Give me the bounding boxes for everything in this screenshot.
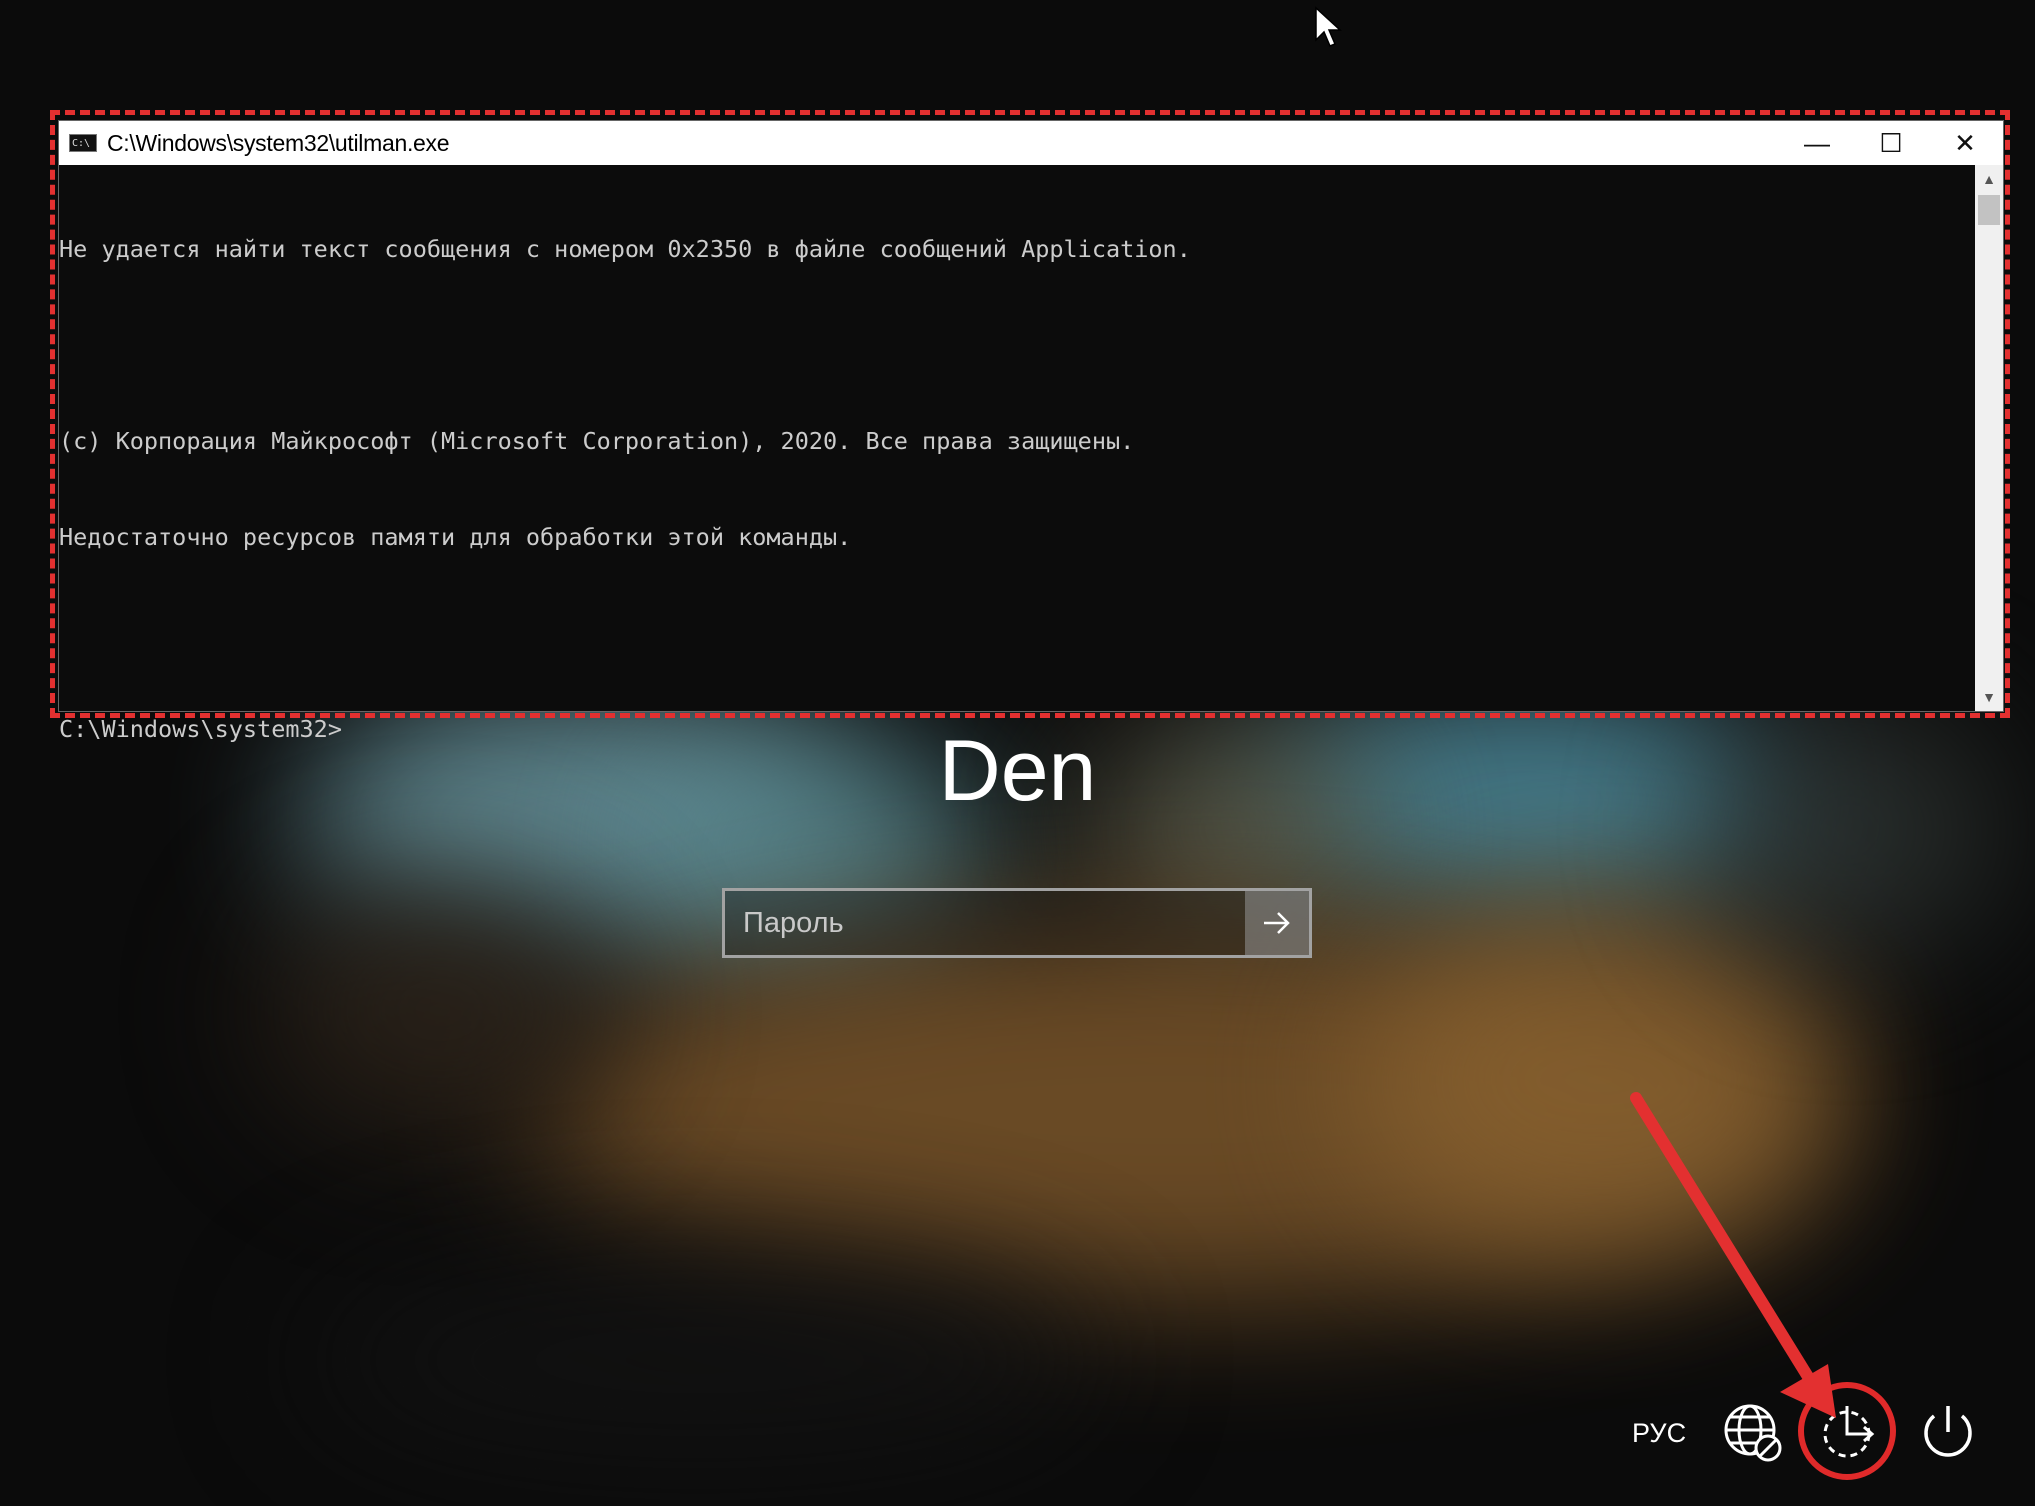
console-scrollbar[interactable]: ▲ ▼ [1975, 165, 2003, 711]
ease-of-access-highlight [1798, 1382, 1896, 1480]
console-output[interactable]: Не удается найти текст сообщения с номер… [59, 165, 1975, 743]
language-indicator[interactable]: РУС [1632, 1418, 1686, 1449]
password-input[interactable] [725, 891, 1245, 955]
console-title: C:\Windows\system32\utilman.exe [107, 129, 450, 156]
scroll-up-icon[interactable]: ▲ [1975, 167, 2003, 191]
arrow-right-icon [1264, 912, 1290, 934]
network-icon[interactable] [1722, 1400, 1786, 1464]
scroll-down-icon[interactable]: ▼ [1975, 685, 2003, 709]
close-button[interactable]: ✕ [1929, 121, 2001, 165]
username: Den [938, 723, 1097, 819]
minimize-icon: — [1804, 127, 1830, 158]
maximize-icon: ☐ [1879, 127, 1903, 158]
scrollbar-thumb[interactable] [1978, 195, 2000, 225]
console-line: (с) Корпорация Майкрософт (Microsoft Cor… [59, 427, 1135, 455]
power-icon[interactable] [1916, 1400, 1980, 1464]
maximize-button[interactable]: ☐ [1855, 121, 1927, 165]
minimize-button[interactable]: — [1781, 121, 1853, 165]
console-app-icon: C:\ [69, 134, 97, 152]
console-line: Недостаточно ресурсов памяти для обработ… [59, 523, 852, 551]
console-line: Не удается найти текст сообщения с номер… [59, 235, 1191, 263]
mouse-cursor-icon [1315, 6, 1342, 47]
password-box [722, 888, 1312, 958]
console-titlebar[interactable]: C:\ C:\Windows\system32\utilman.exe — ☐ … [59, 121, 2003, 165]
console-window[interactable]: C:\ C:\Windows\system32\utilman.exe — ☐ … [58, 120, 2004, 743]
close-icon: ✕ [1954, 127, 1976, 158]
submit-button[interactable] [1245, 891, 1309, 955]
